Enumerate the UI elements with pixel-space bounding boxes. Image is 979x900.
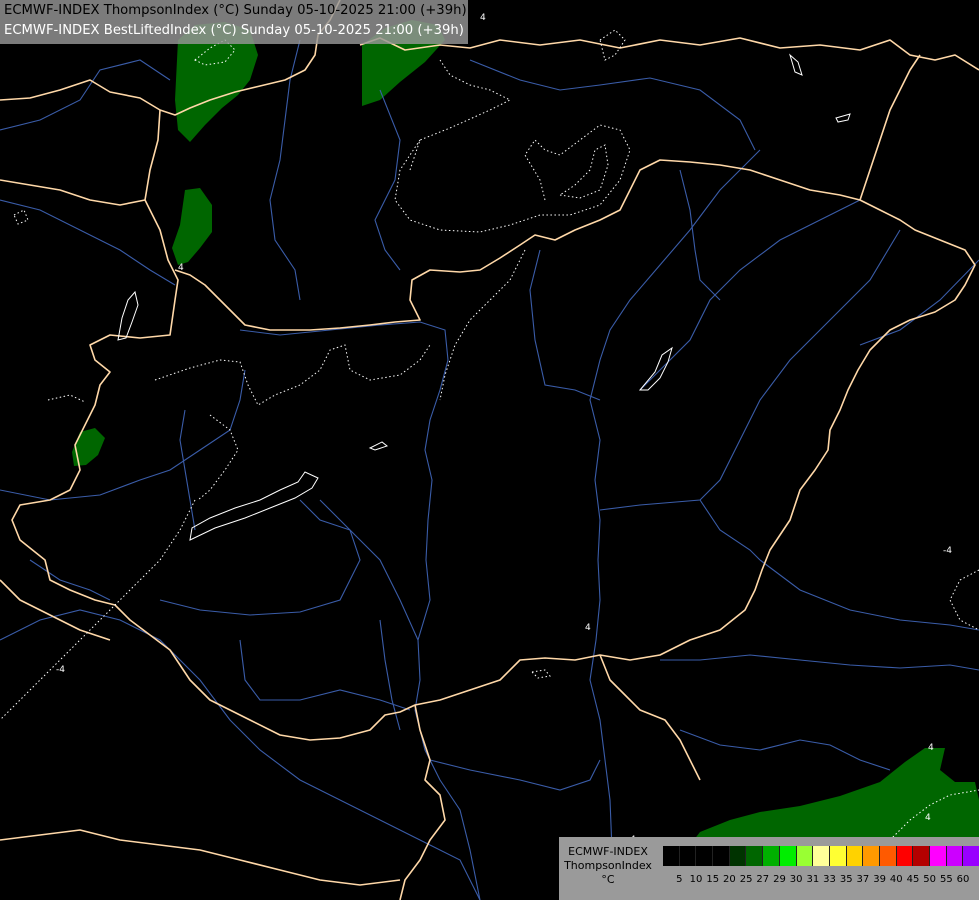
weather-map: 4 -4 -4 4 4 4 4 4 xyxy=(0,0,979,900)
contour-label: 4 xyxy=(178,263,184,273)
legend-swatch xyxy=(963,846,979,866)
title-thompson-index: ECMWF-INDEX ThompsonIndex (°C) Sunday 05… xyxy=(4,3,467,18)
contour-label: 4 xyxy=(925,813,931,823)
legend-swatch xyxy=(779,846,797,866)
legend-swatches xyxy=(663,846,979,866)
legend-swatch xyxy=(813,846,830,866)
legend-tick-spacer xyxy=(663,874,671,886)
legend-swatch xyxy=(663,846,680,866)
legend-tick-label: 35 xyxy=(839,874,853,885)
contour-label: 4 xyxy=(585,623,591,633)
legend-swatch xyxy=(796,846,814,866)
legend-swatch xyxy=(896,846,914,866)
contour-label: -4 xyxy=(943,546,952,556)
contour-label: 4 xyxy=(480,13,486,23)
legend-swatch xyxy=(729,846,747,866)
legend-title: ECMWF-INDEX ThompsonIndex °C xyxy=(561,845,655,887)
legend-tick-label: 27 xyxy=(756,874,770,885)
legend-swatch xyxy=(930,846,947,866)
legend-swatch xyxy=(946,846,964,866)
color-legend: ECMWF-INDEX ThompsonIndex °C 5 10 15 20 25 27… xyxy=(559,837,979,900)
legend-swatch xyxy=(713,846,730,866)
legend-swatch xyxy=(913,846,930,866)
legend-tick-label: 31 xyxy=(806,874,820,885)
legend-swatch xyxy=(763,846,780,866)
legend-tick-label: 50 xyxy=(923,874,937,885)
legend-tick-label: 20 xyxy=(723,874,736,885)
legend-tick-label: 5 xyxy=(676,874,683,885)
legend-swatch xyxy=(829,846,847,866)
legend-tick-label: 33 xyxy=(823,874,836,885)
legend-swatch xyxy=(679,846,697,866)
legend-title-model: ECMWF-INDEX xyxy=(568,845,648,858)
contour-label: 4 xyxy=(928,743,934,753)
legend-tick-label: 37 xyxy=(856,874,870,885)
legend-tick-label: 39 xyxy=(873,874,886,885)
legend-tick-label: 15 xyxy=(706,874,720,885)
legend-tick-label: 60 xyxy=(956,874,970,885)
legend-tick-label: 45 xyxy=(906,874,920,885)
legend-tick-label: 30 xyxy=(789,874,803,885)
legend-swatch xyxy=(746,846,764,866)
legend-tick-label: 55 xyxy=(939,874,953,885)
legend-tick-label: 40 xyxy=(889,874,903,885)
legend-ticks: 5 10 15 20 25 27 29 30 31 33 35 37 39 40 45 50 55 60 xyxy=(663,874,971,886)
contour-label: -4 xyxy=(56,665,65,675)
legend-swatch xyxy=(846,846,864,866)
legend-title-parameter: ThompsonIndex xyxy=(564,859,652,872)
legend-swatch xyxy=(879,846,897,866)
legend-tick-label: 25 xyxy=(739,874,753,885)
map-title-box: ECMWF-INDEX ThompsonIndex (°C) Sunday 05… xyxy=(0,0,468,44)
legend-title-unit: °C xyxy=(601,873,615,886)
legend-swatch xyxy=(863,846,880,866)
title-best-lifted-index: ECMWF-INDEX BestLiftedIndex (°C) Sunday … xyxy=(4,23,464,38)
legend-swatch xyxy=(696,846,714,866)
map-background xyxy=(0,0,979,900)
legend-tick-label: 10 xyxy=(689,874,703,885)
legend-tick-label: 29 xyxy=(773,874,786,885)
